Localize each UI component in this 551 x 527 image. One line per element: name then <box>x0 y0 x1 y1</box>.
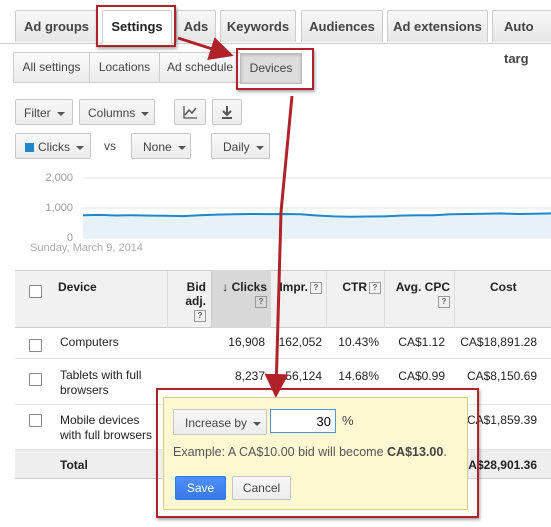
arrow-to-popup <box>264 95 294 398</box>
annotation-arrows <box>177 36 294 398</box>
arrow-to-devices <box>177 36 234 60</box>
